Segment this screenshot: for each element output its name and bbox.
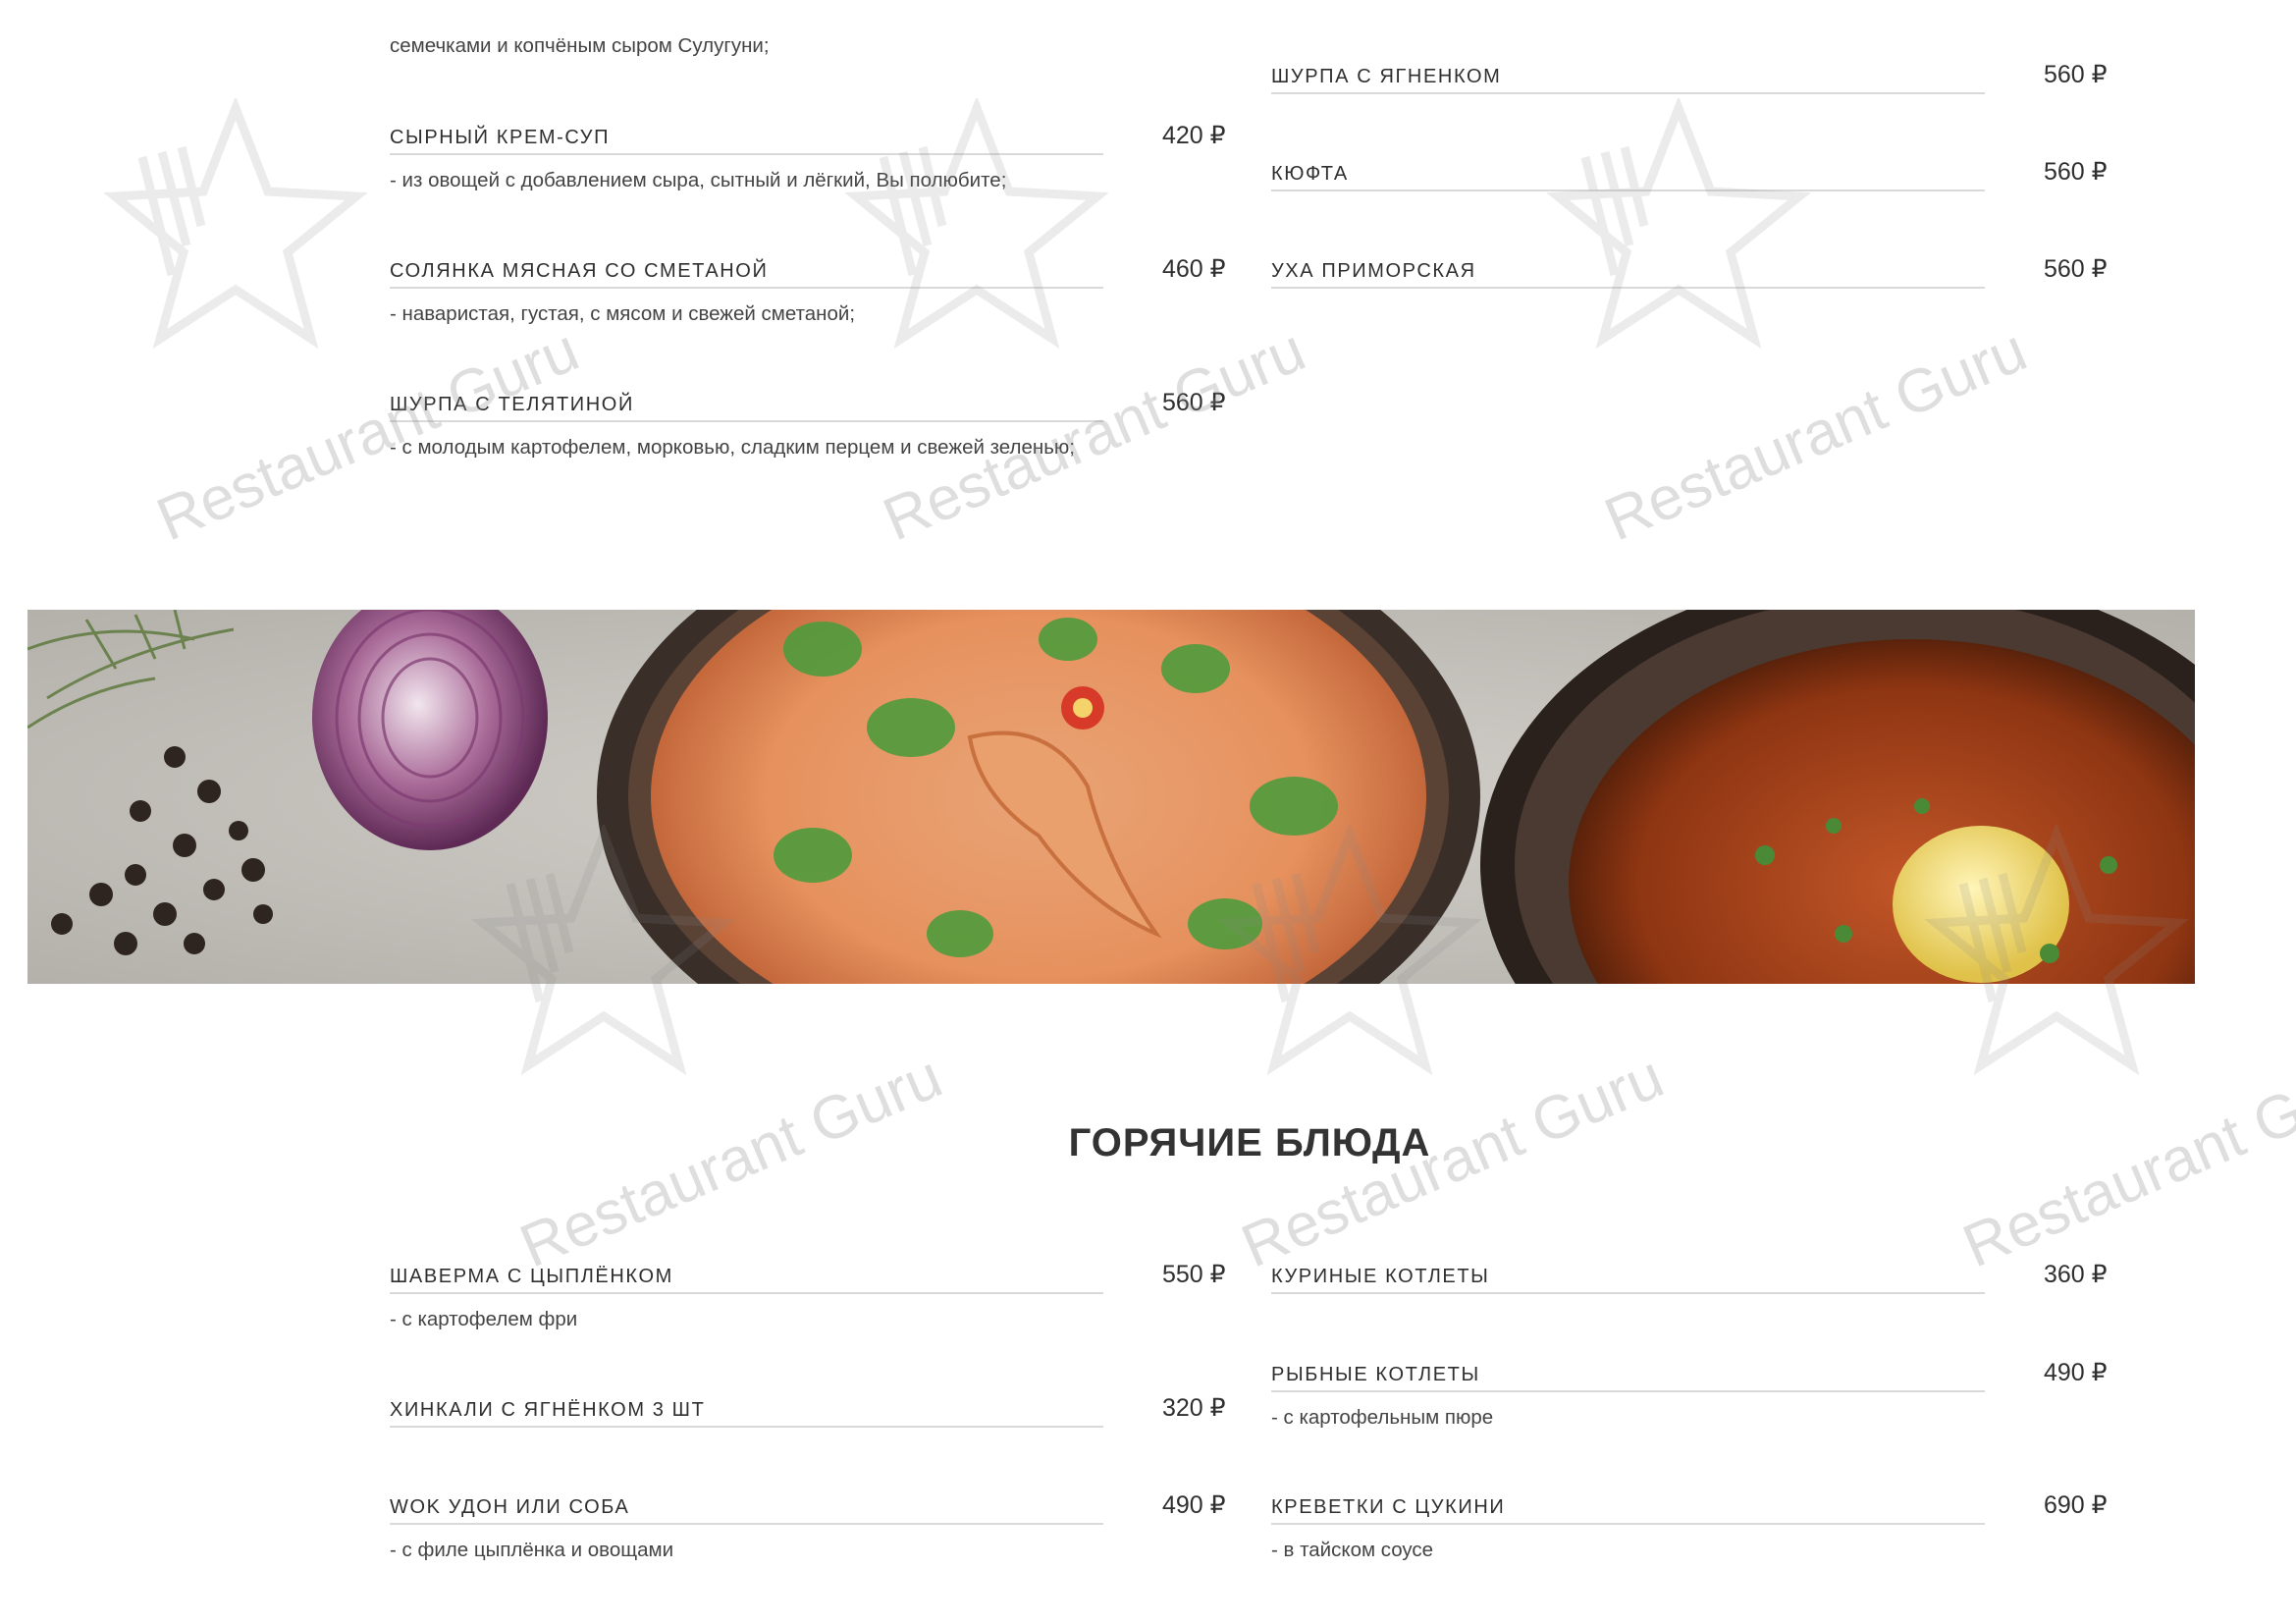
item-price: 560 ₽ [2044,61,2108,88]
menu-item: Уха приморская 560 ₽ [1271,255,2110,298]
menu-item: Рыбные котлеты 490 ₽ - с картофельным пю… [1271,1359,2110,1432]
item-description: семечками и копчёным сыром Сулугуни; [390,34,770,57]
menu-item: Солянка мясная со сметаной 460 ₽ - навар… [390,255,1229,328]
item-divider [1271,1523,1985,1525]
item-description: - с картофелем фри [390,1308,578,1330]
item-price: 560 ₽ [2044,255,2108,283]
item-divider [390,1426,1103,1428]
item-divider [390,420,1103,422]
item-description: - с филе цыплёнка и овощами [390,1539,674,1561]
item-name: Кюфта [1271,163,1349,185]
fork-star-icon [103,98,368,350]
item-name: Куриные котлеты [1271,1266,1490,1287]
item-divider [390,1523,1103,1525]
menu-item: Креветки с цукини 690 ₽ - в тайском соус… [1271,1491,2110,1564]
item-name: Шаверма с цыплёнком [390,1266,673,1287]
item-name: Шурпа с телятиной [390,394,634,415]
item-description: - из овощей с добавлением сыра, сытный и… [390,169,1007,191]
menu-item: Шурпа с ягненком 560 ₽ [1271,61,2110,104]
item-divider [390,287,1103,289]
item-price: 490 ₽ [1162,1491,1226,1519]
menu-item: Шурпа с телятиной 560 ₽ - с молодым карт… [390,389,1229,461]
item-divider [390,153,1103,155]
fork-star-icon [1546,98,1811,350]
menu-item: Куриные котлеты 360 ₽ [1271,1261,2110,1304]
menu-item: Сырный крем-суп 420 ₽ - из овощей с доба… [390,122,1229,194]
item-name: Солянка мясная со сметаной [390,260,769,282]
item-divider [1271,287,1985,289]
item-divider [1271,189,1985,191]
menu-item: Кюфта 560 ₽ [1271,158,2110,201]
watermark-text: Restaurant Guru [1595,315,2037,555]
item-price: 360 ₽ [2044,1261,2108,1288]
section-title: ГОРЯЧИЕ БЛЮДА [1068,1121,1431,1164]
item-divider [1271,92,1985,94]
item-price: 320 ₽ [1162,1394,1226,1422]
item-description: - в тайском соусе [1271,1539,1434,1561]
item-name: Рыбные котлеты [1271,1364,1480,1385]
item-divider [1271,1390,1985,1392]
item-name: Хинкали с ягнёнком 3 шт [390,1399,706,1421]
item-name: Сырный крем-суп [390,127,611,148]
item-name: Уха приморская [1271,260,1476,282]
item-description: - с молодым картофелем, морковью, сладки… [390,436,1075,459]
menu-item: Хинкали с ягнёнком 3 шт 320 ₽ [390,1394,1229,1437]
item-price: 690 ₽ [2044,1491,2108,1519]
item-divider [1271,1292,1985,1294]
item-name: Wok удон или соба [390,1496,630,1518]
item-name: Шурпа с ягненком [1271,66,1502,87]
menu-item: Wok удон или соба 490 ₽ - с филе цыплёнк… [390,1491,1229,1564]
item-price: 550 ₽ [1162,1261,1226,1288]
item-price: 490 ₽ [2044,1359,2108,1386]
item-price: 460 ₽ [1162,255,1226,283]
item-price: 560 ₽ [2044,158,2108,186]
item-description: - с картофельным пюре [1271,1406,1494,1429]
banner-illustration [27,610,2195,984]
item-price: 560 ₽ [1162,389,1226,416]
soup-banner-photo [27,610,2195,984]
menu-item: Шаверма с цыплёнком 550 ₽ - с картофелем… [390,1261,1229,1333]
menu-page: семечками и копчёным сыром Сулугуни; Сыр… [0,0,2296,1624]
item-divider [390,1292,1103,1294]
item-description: - наваристая, густая, с мясом и свежей с… [390,302,856,325]
item-name: Креветки с цукини [1271,1496,1506,1518]
item-price: 420 ₽ [1162,122,1226,149]
